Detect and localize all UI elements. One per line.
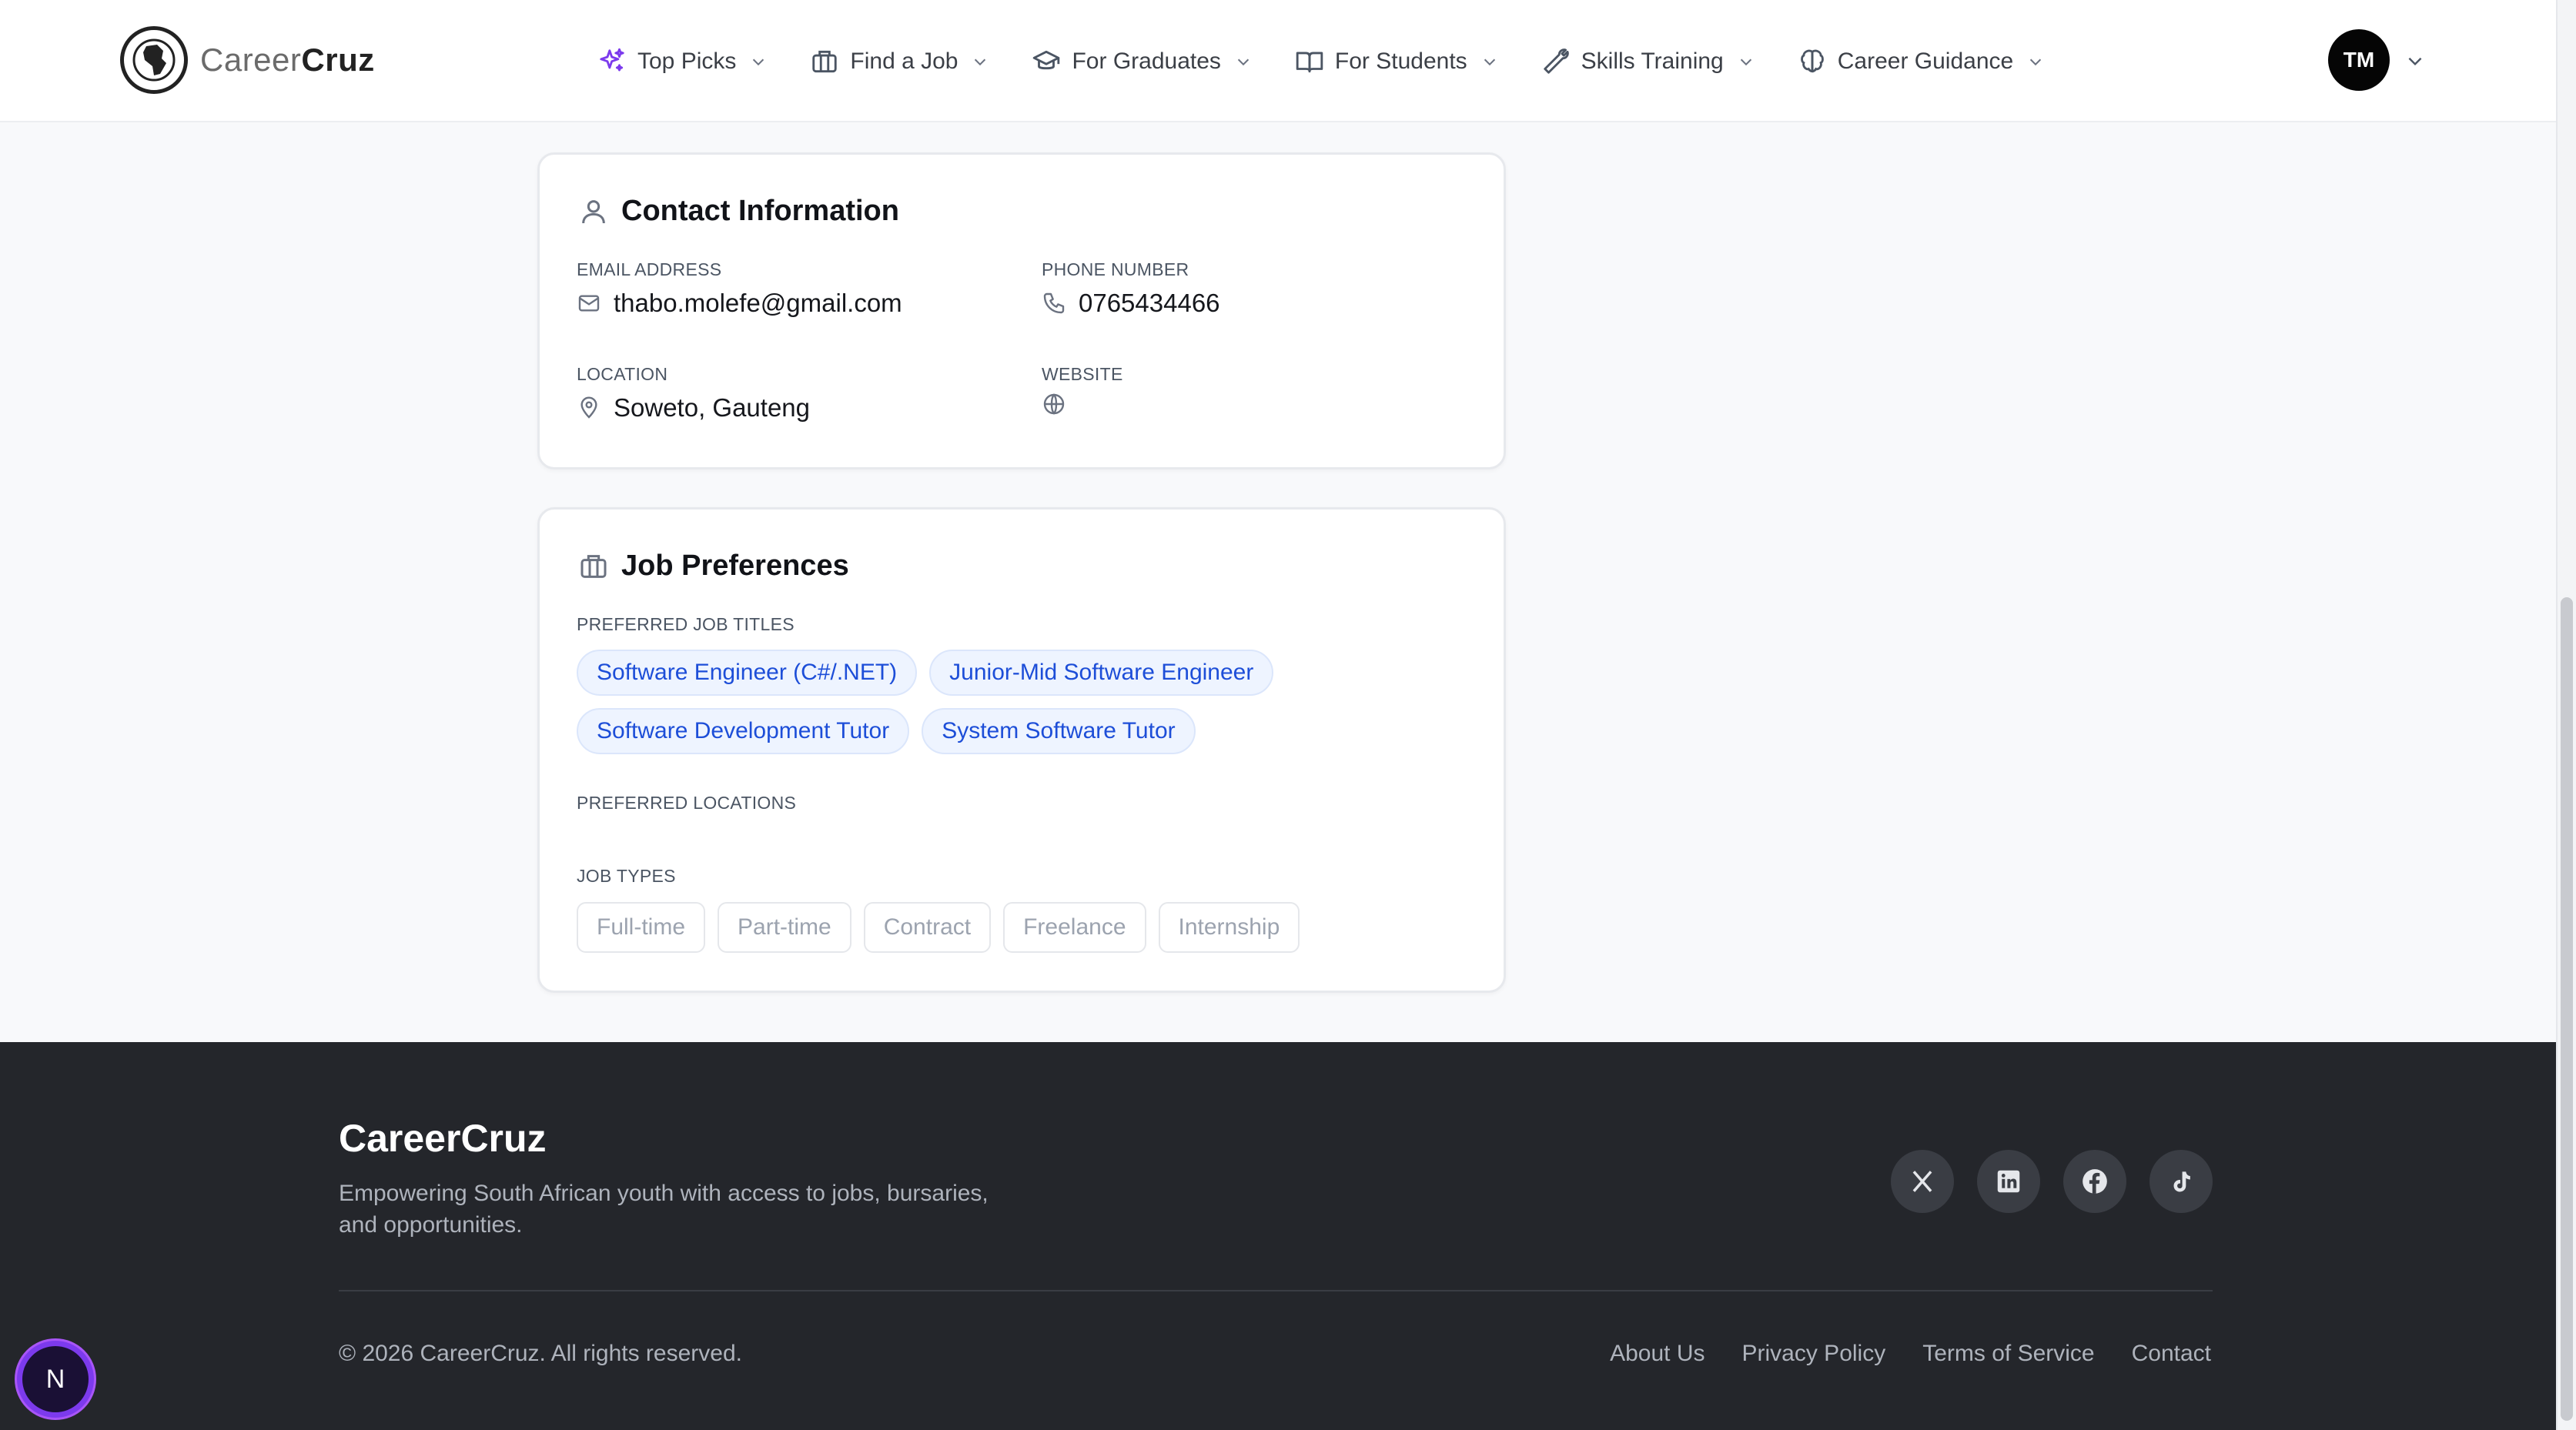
top-header: CareerCruz Top Picks Find a Job For Grad… bbox=[0, 0, 2556, 122]
brain-icon bbox=[1800, 49, 1824, 73]
job-type-list: Full-time Part-time Contract Freelance I… bbox=[577, 902, 1312, 953]
x-icon bbox=[1912, 1171, 1932, 1192]
card-heading: Contact Information bbox=[578, 195, 899, 228]
website-value bbox=[1042, 392, 1079, 416]
job-preferences-card: Job Preferences PREFERRED JOB TITLES Sof… bbox=[537, 507, 1506, 993]
job-types-label: JOB TYPES bbox=[577, 866, 676, 886]
nav-label: For Graduates bbox=[1072, 48, 1221, 74]
website-label: WEBSITE bbox=[1042, 364, 1123, 384]
chevron-down-icon bbox=[1740, 58, 1751, 66]
nav-item-for-students[interactable]: For Students bbox=[1295, 47, 1498, 76]
wrench-icon bbox=[1543, 48, 1569, 74]
preferred-locations-label: PREFERRED LOCATIONS bbox=[577, 793, 797, 813]
book-open-icon bbox=[1296, 52, 1323, 73]
linkedin-icon bbox=[1997, 1170, 2020, 1193]
preferred-titles-label: PREFERRED JOB TITLES bbox=[577, 614, 795, 634]
linkedin-social-link[interactable] bbox=[1977, 1150, 2040, 1213]
map-pin-icon bbox=[580, 396, 597, 419]
chevron-down-icon bbox=[1484, 58, 1495, 66]
job-type-chip: Full-time bbox=[577, 902, 706, 953]
nav-item-skills-training[interactable]: Skills Training bbox=[1541, 47, 1755, 76]
footer-links: About Us Privacy Policy Terms of Service… bbox=[1573, 1341, 2211, 1367]
nav-item-find-a-job[interactable]: Find a Job bbox=[810, 47, 989, 76]
mail-icon bbox=[578, 295, 600, 312]
card-title: Job Preferences bbox=[621, 550, 849, 582]
globe-icon bbox=[1043, 393, 1065, 415]
nav-label: Top Picks bbox=[637, 48, 737, 74]
location-value: Soweto, Gauteng bbox=[577, 393, 810, 423]
briefcase-icon bbox=[580, 554, 607, 578]
job-title-tag: Software Engineer (C#/.NET) bbox=[577, 650, 918, 696]
job-title-tag: System Software Tutor bbox=[922, 708, 1196, 754]
brand-suffix: Cruz bbox=[301, 42, 375, 78]
nav-label: Career Guidance bbox=[1837, 48, 2014, 74]
footer-link-contact[interactable]: Contact bbox=[2132, 1341, 2211, 1367]
chevron-down-icon[interactable] bbox=[2405, 51, 2425, 71]
tiktok-icon bbox=[2173, 1171, 2190, 1192]
footer-link-privacy-policy[interactable]: Privacy Policy bbox=[1742, 1341, 1886, 1367]
footer-tagline: Empowering South African youth with acce… bbox=[339, 1181, 989, 1238]
job-type-chip: Contract bbox=[863, 902, 992, 953]
user-icon bbox=[582, 199, 605, 223]
tiktok-social-link[interactable] bbox=[2149, 1150, 2213, 1213]
facebook-social-link[interactable] bbox=[2063, 1150, 2126, 1213]
job-type-chip: Freelance bbox=[1003, 902, 1146, 953]
phone-text: 0765434466 bbox=[1079, 289, 1220, 317]
location-label: LOCATION bbox=[577, 364, 668, 384]
x-social-link[interactable] bbox=[1891, 1150, 1954, 1213]
graduation-cap-icon bbox=[1033, 50, 1060, 70]
job-type-chip: Part-time bbox=[718, 902, 851, 953]
brand-logo[interactable]: CareerCruz bbox=[120, 26, 375, 94]
job-type-chip: Internship bbox=[1158, 902, 1300, 953]
job-title-tags: Software Engineer (C#/.NET) Junior-Mid S… bbox=[577, 650, 1347, 767]
email-label: EMAIL ADDRESS bbox=[577, 259, 722, 279]
job-title-tag: Software Development Tutor bbox=[577, 708, 910, 754]
nav-label: For Students bbox=[1334, 48, 1467, 74]
facebook-icon bbox=[2083, 1169, 2107, 1194]
nav-label: Skills Training bbox=[1581, 48, 1724, 74]
nav-item-top-picks[interactable]: Top Picks bbox=[597, 47, 767, 76]
location-text: Soweto, Gauteng bbox=[614, 393, 811, 422]
chevron-down-icon bbox=[975, 58, 986, 66]
site-footer: CareerCruz Empowering South African yout… bbox=[0, 1042, 2556, 1430]
social-links bbox=[1891, 1150, 2236, 1213]
nav-item-career-guidance[interactable]: Career Guidance bbox=[1798, 47, 2044, 76]
email-value: thabo.molefe@gmail.com bbox=[577, 289, 902, 318]
brand-name: CareerCruz bbox=[200, 42, 375, 79]
job-title-tag: Junior-Mid Software Engineer bbox=[929, 650, 1274, 696]
email-text: thabo.molefe@gmail.com bbox=[614, 289, 902, 317]
briefcase-icon bbox=[812, 50, 838, 73]
chevron-down-icon bbox=[753, 58, 764, 66]
scrollbar-thumb[interactable] bbox=[2561, 597, 2573, 1421]
footer-brand: CareerCruz bbox=[339, 1117, 547, 1160]
copyright: © 2026 CareerCruz. All rights reserved. bbox=[339, 1341, 742, 1366]
footer-link-terms-of-service[interactable]: Terms of Service bbox=[1922, 1341, 2094, 1367]
user-avatar[interactable]: TM bbox=[2328, 29, 2390, 91]
phone-label: PHONE NUMBER bbox=[1042, 259, 1189, 279]
dev-tools-badge[interactable]: N bbox=[17, 1341, 94, 1418]
footer-divider bbox=[339, 1290, 2213, 1291]
phone-value: 0765434466 bbox=[1042, 289, 1220, 318]
africa-globe-icon bbox=[120, 26, 188, 94]
main-nav: Top Picks Find a Job For Graduates For S… bbox=[597, 37, 2087, 86]
chevron-down-icon bbox=[1237, 58, 1250, 66]
chevron-down-icon bbox=[2030, 58, 2042, 66]
nav-label: Find a Job bbox=[850, 48, 958, 74]
card-heading: Job Preferences bbox=[578, 550, 849, 583]
sparkles-icon bbox=[600, 48, 624, 72]
nav-item-for-graduates[interactable]: For Graduates bbox=[1032, 47, 1251, 76]
brand-prefix: Career bbox=[200, 42, 302, 78]
phone-icon bbox=[1043, 292, 1065, 314]
card-title: Contact Information bbox=[621, 195, 899, 227]
footer-link-about-us[interactable]: About Us bbox=[1610, 1341, 1705, 1367]
contact-information-card: Contact Information EMAIL ADDRESS thabo.… bbox=[537, 152, 1506, 469]
